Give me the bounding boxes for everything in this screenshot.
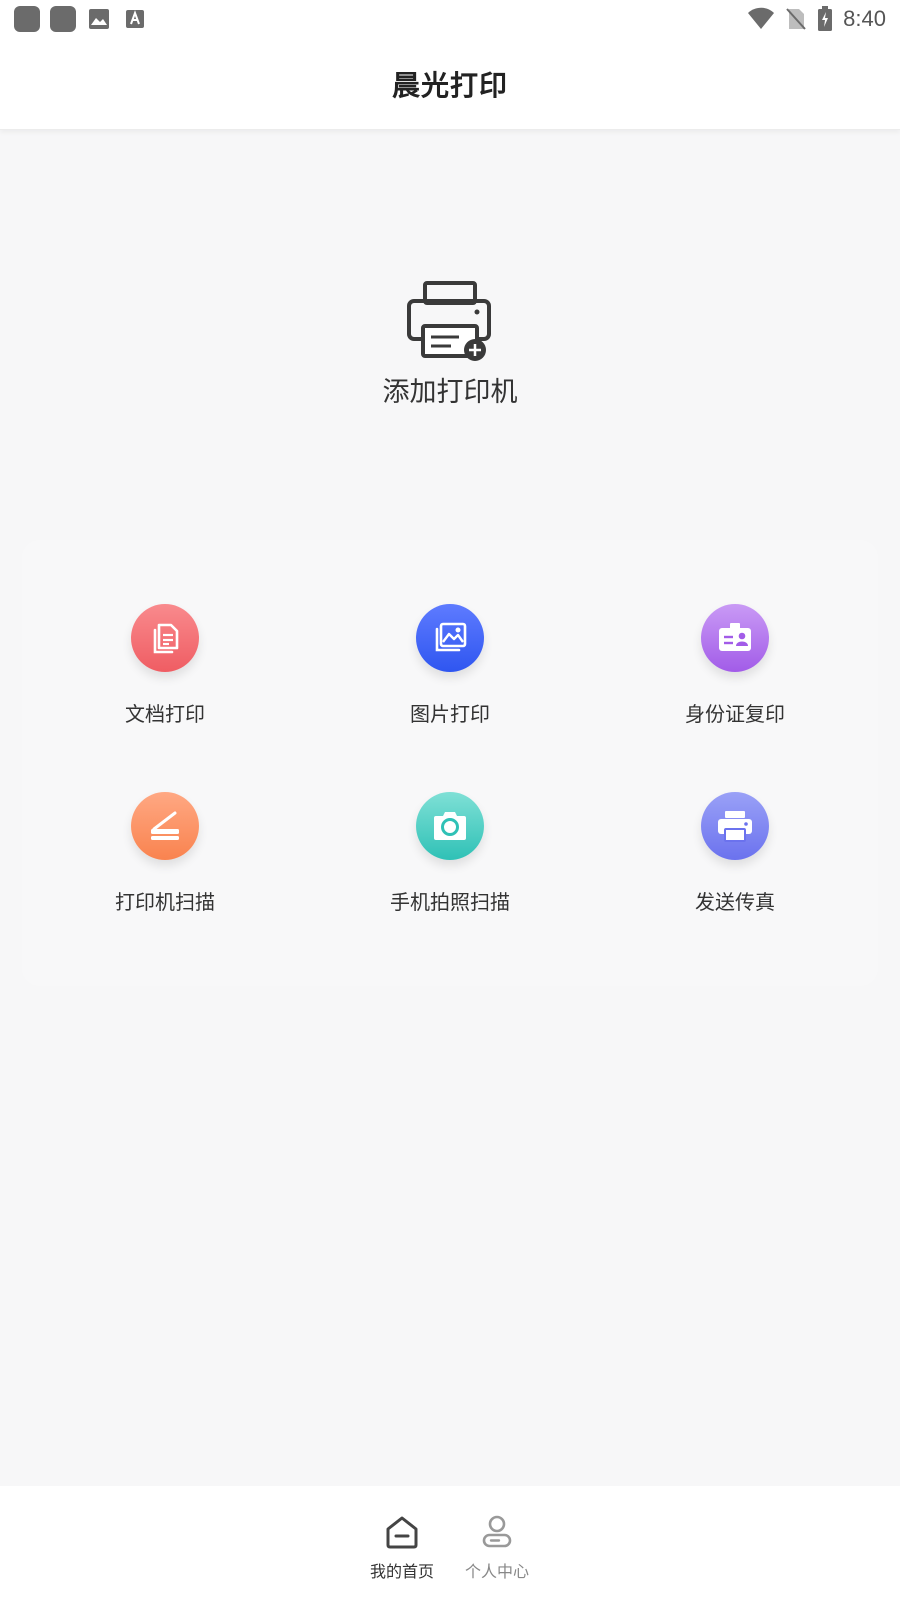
app-notification-icon (14, 6, 40, 32)
add-printer-label: 添加打印机 (382, 377, 518, 408)
bottom-nav: 我的首页 个人中心 (0, 1486, 900, 1600)
status-bar: 8:40 (0, 0, 900, 38)
camera-icon (416, 792, 484, 860)
app-notification-icon (50, 6, 76, 32)
document-print-label: 文档打印 (125, 702, 205, 726)
printer-scan-label: 打印机扫描 (115, 890, 215, 914)
nav-item-profile-label: 个人中心 (464, 1562, 529, 1581)
scanner-icon (131, 792, 199, 860)
id-card-icon (701, 604, 769, 672)
printer-scan-button[interactable]: 打印机扫描 (45, 792, 285, 942)
wifi-icon (748, 7, 775, 29)
home-icon (386, 1516, 418, 1549)
nav-item-profile[interactable]: 个人中心 (452, 1486, 542, 1600)
page-title: 晨光打印 (391, 68, 508, 102)
document-icon (131, 604, 199, 672)
status-bar-right: 8:40 (747, 4, 886, 34)
status-bar-left (14, 6, 148, 32)
phone-camera-scan-label: 手机拍照扫描 (390, 890, 510, 914)
picture-print-button[interactable]: 图片打印 (330, 604, 570, 754)
picture-print-label: 图片打印 (410, 702, 490, 726)
user-icon (482, 1515, 512, 1548)
no-sim-icon (786, 8, 806, 30)
battery-charging-icon (818, 6, 833, 31)
id-card-copy-label: 身份证复印 (685, 702, 785, 726)
app-header: 晨光打印 (0, 38, 900, 130)
text-a-icon (122, 6, 148, 32)
printer-add-icon (407, 281, 491, 361)
function-grid: 文档打印 图片打印 身份证复印 打印机扫描 手机拍照扫描 发送传真 (22, 540, 878, 986)
document-print-button[interactable]: 文档打印 (45, 604, 285, 754)
fax-printer-icon (701, 792, 769, 860)
add-printer-button[interactable]: 添加打印机 (330, 280, 570, 420)
send-fax-button[interactable]: 发送传真 (615, 792, 855, 942)
nav-item-home[interactable]: 我的首页 (357, 1486, 447, 1600)
status-time: 8:40 (843, 6, 886, 31)
image-icon (86, 6, 112, 32)
picture-icon (416, 604, 484, 672)
id-card-copy-button[interactable]: 身份证复印 (615, 604, 855, 754)
send-fax-label: 发送传真 (695, 890, 775, 914)
phone-camera-scan-button[interactable]: 手机拍照扫描 (330, 792, 570, 942)
nav-item-home-label: 我的首页 (369, 1562, 434, 1581)
